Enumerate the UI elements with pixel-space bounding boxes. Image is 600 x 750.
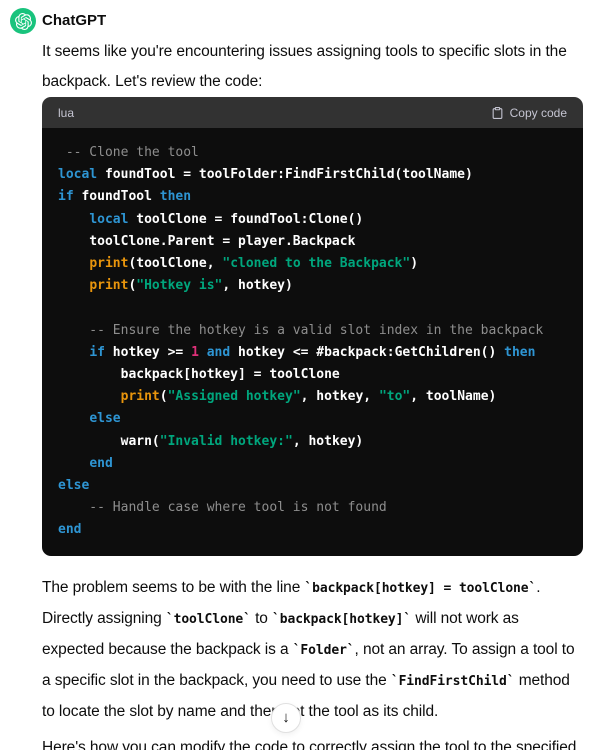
- inline-code: `backpack[hotkey]`: [272, 612, 411, 627]
- scroll-to-bottom-button[interactable]: ↓: [271, 703, 301, 733]
- inline-code: `backpack[hotkey] = toolClone`: [304, 581, 536, 596]
- code-line: print("Hotkey is", hotkey): [58, 275, 567, 297]
- copy-code-label: Copy code: [510, 106, 567, 120]
- code-line: print(toolClone, "cloned to the Backpack…: [58, 253, 567, 275]
- chatgpt-avatar: [10, 8, 36, 34]
- code-line: toolClone.Parent = player.Backpack: [58, 231, 567, 253]
- code-line: else: [58, 408, 567, 430]
- code-line: backpack[hotkey] = toolClone: [58, 364, 567, 386]
- code-line: local foundTool = toolFolder:FindFirstCh…: [58, 164, 567, 186]
- chat-message-view: ChatGPT It seems like you're encounterin…: [0, 0, 600, 750]
- code-line: -- Ensure the hotkey is a valid slot ind…: [58, 320, 567, 342]
- code-block: lua Copy code -- Clone the toollocal fou…: [42, 97, 583, 556]
- code-line: end: [58, 519, 567, 541]
- code-content: -- Clone the toollocal foundTool = toolF…: [42, 128, 583, 556]
- code-line: print("Assigned hotkey", hotkey, "to", t…: [58, 386, 567, 408]
- text-segment: to: [251, 610, 272, 627]
- code-line: end: [58, 453, 567, 475]
- code-line: -- Clone the tool: [58, 142, 567, 164]
- code-language-label: lua: [58, 106, 74, 120]
- code-line: if hotkey >= 1 and hotkey <= #backpack:G…: [58, 342, 567, 364]
- code-line: else: [58, 475, 567, 497]
- clipboard-icon: [491, 106, 504, 120]
- code-line: -- Handle case where tool is not found: [58, 497, 567, 519]
- code-line: [58, 297, 567, 319]
- code-line: if foundTool then: [58, 186, 567, 208]
- text-segment: It seems like you're encountering issues…: [42, 43, 567, 90]
- code-line: warn("Invalid hotkey:", hotkey): [58, 431, 567, 453]
- text-segment: The problem seems to be with the line: [42, 579, 304, 596]
- down-arrow-icon: ↓: [282, 710, 290, 725]
- code-block-header: lua Copy code: [42, 97, 583, 128]
- text-segment: Here's how you can modify the code to co…: [42, 739, 576, 750]
- inline-code: `toolClone`: [166, 612, 251, 627]
- message-paragraph-closing: Here's how you can modify the code to co…: [42, 733, 583, 750]
- sender-name: ChatGPT: [42, 8, 583, 34]
- openai-logo-icon: [15, 13, 32, 30]
- copy-code-button[interactable]: Copy code: [491, 106, 567, 120]
- code-line: local toolClone = foundTool:Clone(): [58, 209, 567, 231]
- inline-code: `Folder`: [293, 643, 355, 658]
- inline-code: `FindFirstChild`: [391, 674, 515, 689]
- message-paragraph-intro: It seems like you're encountering issues…: [42, 37, 583, 97]
- message-paragraph-explanation: The problem seems to be with the line `b…: [42, 573, 583, 727]
